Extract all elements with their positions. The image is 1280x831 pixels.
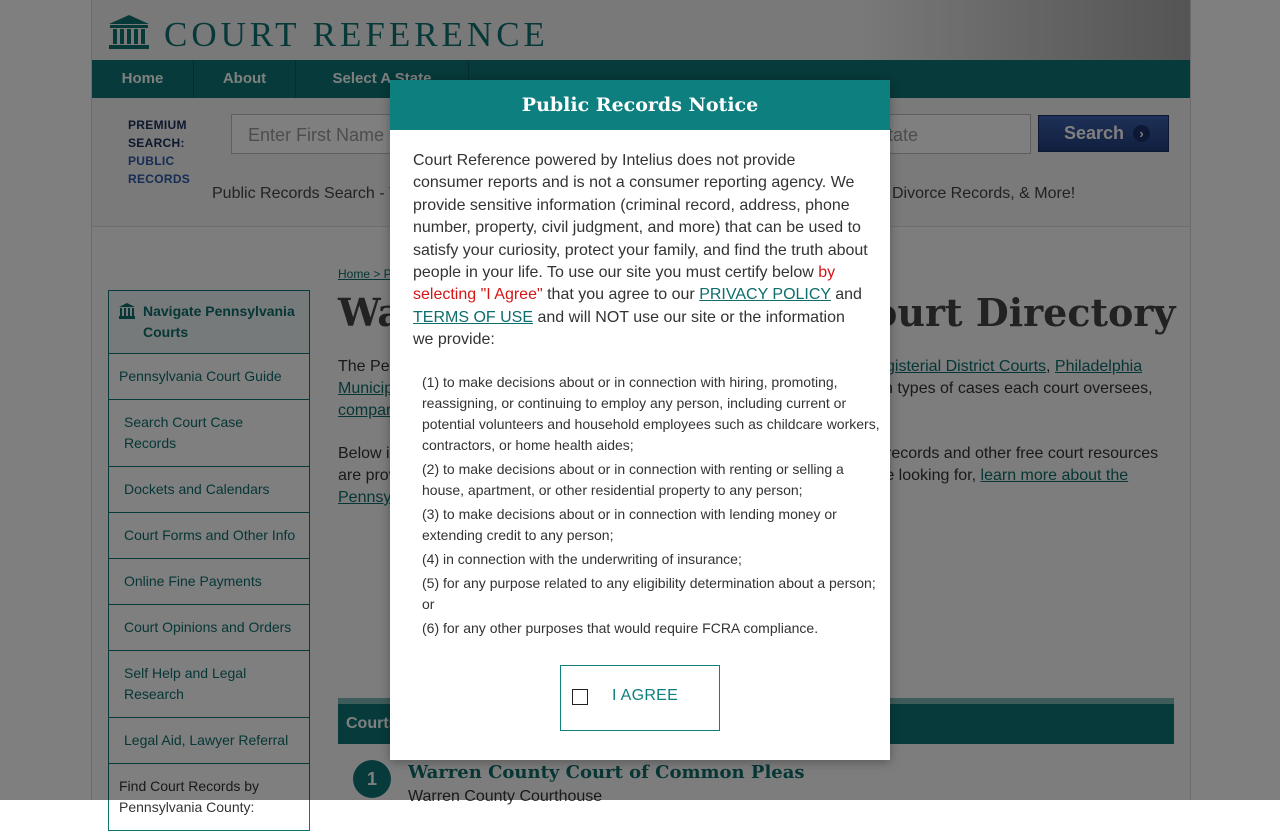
agree-label: I AGREE [612, 687, 679, 704]
modal-intro-text: Court Reference powered by Intelius does… [413, 152, 868, 349]
privacy-policy-link[interactable]: PRIVACY POLICY [699, 286, 831, 303]
prohibited-uses-list: (1) to make decisions about or in connec… [422, 372, 886, 642]
list-item: (6) for any other purposes that would re… [422, 620, 819, 636]
list-item: (2) to make decisions about or in connec… [422, 461, 844, 498]
list-item: (1) to make decisions about or in connec… [422, 374, 880, 453]
list-item: (5) for any purpose related to any eligi… [422, 575, 876, 612]
modal-title: Public Records Notice [390, 80, 890, 130]
list-item: (3) to make decisions about or in connec… [422, 506, 837, 543]
public-records-notice-modal: Public Records Notice Court Reference po… [390, 80, 890, 760]
list-item: (4) in connection with the underwriting … [422, 551, 742, 567]
agree-checkbox[interactable] [572, 689, 588, 705]
terms-of-use-link[interactable]: TERMS OF USE [413, 309, 533, 326]
i-agree-button[interactable]: I AGREE [560, 665, 720, 731]
